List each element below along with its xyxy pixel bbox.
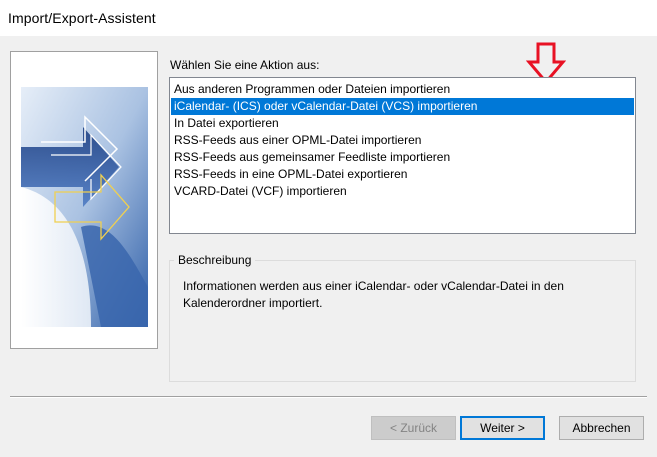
dialog-body: Wählen Sie eine Aktion aus: Aus anderen … xyxy=(0,36,657,457)
title-bar: Import/Export-Assistent xyxy=(0,0,657,36)
action-listbox[interactable]: Aus anderen Programmen oder Dateien impo… xyxy=(169,77,636,234)
list-item[interactable]: RSS-Feeds aus gemeinsamer Feedliste impo… xyxy=(171,149,634,166)
list-item[interactable]: iCalendar- (ICS) oder vCalendar-Datei (V… xyxy=(171,98,634,115)
action-prompt-label: Wählen Sie eine Aktion aus: xyxy=(170,58,320,72)
list-item[interactable]: RSS-Feeds in eine OPML-Datei exportieren xyxy=(171,166,634,183)
window-title: Import/Export-Assistent xyxy=(8,10,156,26)
list-item[interactable]: In Datei exportieren xyxy=(171,115,634,132)
list-item[interactable]: Aus anderen Programmen oder Dateien impo… xyxy=(171,81,634,98)
back-button[interactable]: < Zurück xyxy=(371,416,456,440)
cancel-button[interactable]: Abbrechen xyxy=(559,416,644,440)
description-legend: Beschreibung xyxy=(174,252,256,268)
next-button[interactable]: Weiter > xyxy=(460,416,545,440)
description-groupbox: Beschreibung Informationen werden aus ei… xyxy=(169,252,636,382)
separator-line xyxy=(10,396,647,398)
description-text: Informationen werden aus einer iCalendar… xyxy=(183,279,564,310)
wizard-image-panel xyxy=(10,51,158,349)
list-item[interactable]: RSS-Feeds aus einer OPML-Datei importier… xyxy=(171,132,634,149)
wizard-arrows-graphic xyxy=(21,87,148,327)
list-item[interactable]: VCARD-Datei (VCF) importieren xyxy=(171,183,634,200)
